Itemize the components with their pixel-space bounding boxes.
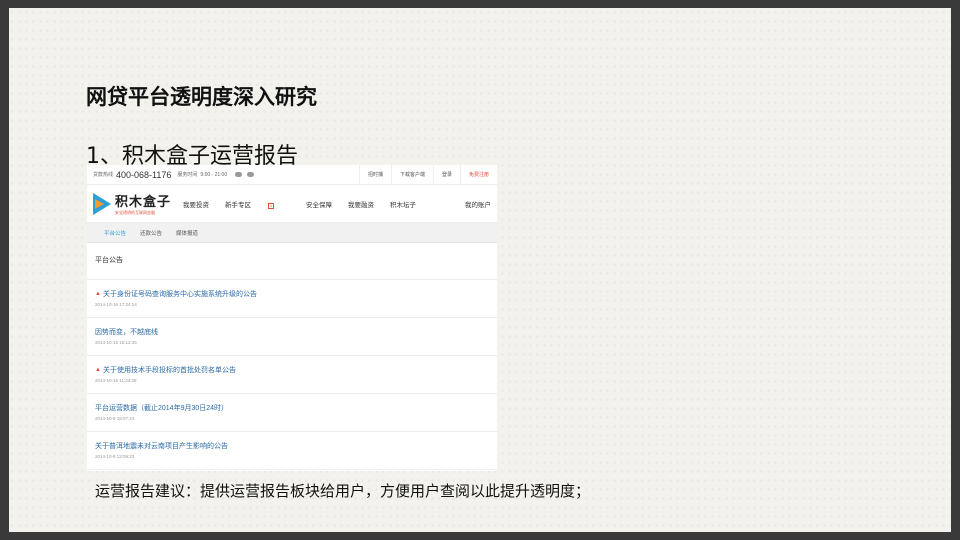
notice-date: 2014-10-15 15:13:35: [95, 340, 137, 345]
list-item[interactable]: 因势而变，不越底线 2014-10-15 15:13:35: [87, 318, 497, 356]
website-screenshot: 贷款热线 400-068-1176 服务时间 9:00 - 21:00 招时捕 …: [87, 165, 497, 471]
tab-repayment-notice[interactable]: 还款公告: [140, 229, 162, 237]
notice-date: 2014-10-15 11:44:28: [95, 378, 137, 383]
weibo-icon[interactable]: [235, 172, 243, 177]
slide-title: 网贷平台透明度深入研究: [86, 84, 317, 109]
nav-newbie[interactable]: 新手专区 1: [225, 199, 290, 209]
list-item[interactable]: 平台运营数据（截止2014年9月30日24时） 2014-10-9 18:07:…: [87, 394, 497, 432]
site-navbar: 积木盒子 安全透明的互联网金融 我要投资 新手专区 1 安全保障 我要融资 积木坛…: [87, 185, 497, 223]
logo-slogan: 安全透明的互联网金融: [115, 210, 155, 215]
nav-my-account[interactable]: 我的账户: [465, 199, 491, 209]
download-app-link[interactable]: 下载客户端: [390, 165, 433, 184]
tab-media-reports[interactable]: 媒体报道: [176, 229, 198, 237]
slide-caption: 运营报告建议：提供运营报告板块给用户，方便用户查阅以此提升透明度；: [95, 482, 591, 500]
register-link[interactable]: 免费注册: [459, 165, 497, 184]
hot-icon: ▲: [95, 367, 101, 373]
logo-name: 积木盒子: [115, 194, 172, 209]
logo-play-icon: [93, 192, 111, 215]
notice-date: 2014-10-8 13:09:23: [95, 454, 135, 459]
notice-title[interactable]: 关于身份证号码查询服务中心实施系统升级的公告: [103, 289, 257, 299]
tab-platform-notice[interactable]: 平台公告: [104, 229, 126, 237]
wechat-icon[interactable]: [247, 172, 255, 177]
nav-badge: 1: [268, 202, 274, 209]
nav-invest[interactable]: 我要投资: [183, 199, 209, 209]
notice-date: 2014-10-9 18:07:24: [95, 416, 135, 421]
topbar-links: 招时捕 下载客户端 登录 免费注册: [358, 165, 497, 184]
section-title: 平台公告: [87, 243, 497, 280]
list-item[interactable]: ▲ 关于身份证号码查询服务中心实施系统升级的公告 2014-10-16 17:24…: [87, 280, 497, 318]
service-hours: 9:00 - 21:00: [200, 171, 228, 178]
login-link[interactable]: 登录: [432, 165, 460, 184]
hotline-label: 贷款热线: [93, 172, 114, 178]
site-logo[interactable]: 积木盒子 安全透明的互联网金融: [93, 191, 183, 216]
nav-forum[interactable]: 积木坛子: [390, 199, 416, 209]
list-item[interactable]: ▲ 关于使用技术手段投标的首批处罚名单公告 2014-10-15 11:44:28: [87, 356, 497, 394]
main-nav: 我要投资 新手专区 1 安全保障 我要融资 积木坛子: [183, 199, 432, 209]
service-hours-label: 服务时间: [177, 172, 198, 178]
notice-title[interactable]: 平台运营数据（截止2014年9月30日24时）: [95, 403, 228, 413]
slide: 网贷平台透明度深入研究 1、积木盒子运营报告 贷款热线 400-068-1176…: [9, 8, 951, 532]
notice-title[interactable]: 因势而变，不越底线: [95, 327, 158, 337]
notice-date: 2014-10-16 17:24:14: [95, 302, 137, 307]
list-item[interactable]: 关于普洱地震未对云南项目产生影响的公告 2014-10-8 13:09:23: [87, 432, 497, 470]
notice-title[interactable]: 关于使用技术手段投标的首批处罚名单公告: [103, 365, 236, 375]
hotline-phone: 400-068-1176: [116, 169, 172, 180]
nav-security[interactable]: 安全保障: [306, 199, 332, 209]
notice-subtabs: 平台公告 还款公告 媒体报道: [87, 223, 497, 243]
nav-borrow[interactable]: 我要融资: [348, 199, 374, 209]
topbar-link[interactable]: 招时捕: [358, 165, 391, 184]
notice-title[interactable]: 关于普洱地震未对云南项目产生影响的公告: [95, 441, 228, 451]
hot-icon: ▲: [95, 291, 101, 297]
site-topbar: 贷款热线 400-068-1176 服务时间 9:00 - 21:00 招时捕 …: [87, 165, 497, 185]
